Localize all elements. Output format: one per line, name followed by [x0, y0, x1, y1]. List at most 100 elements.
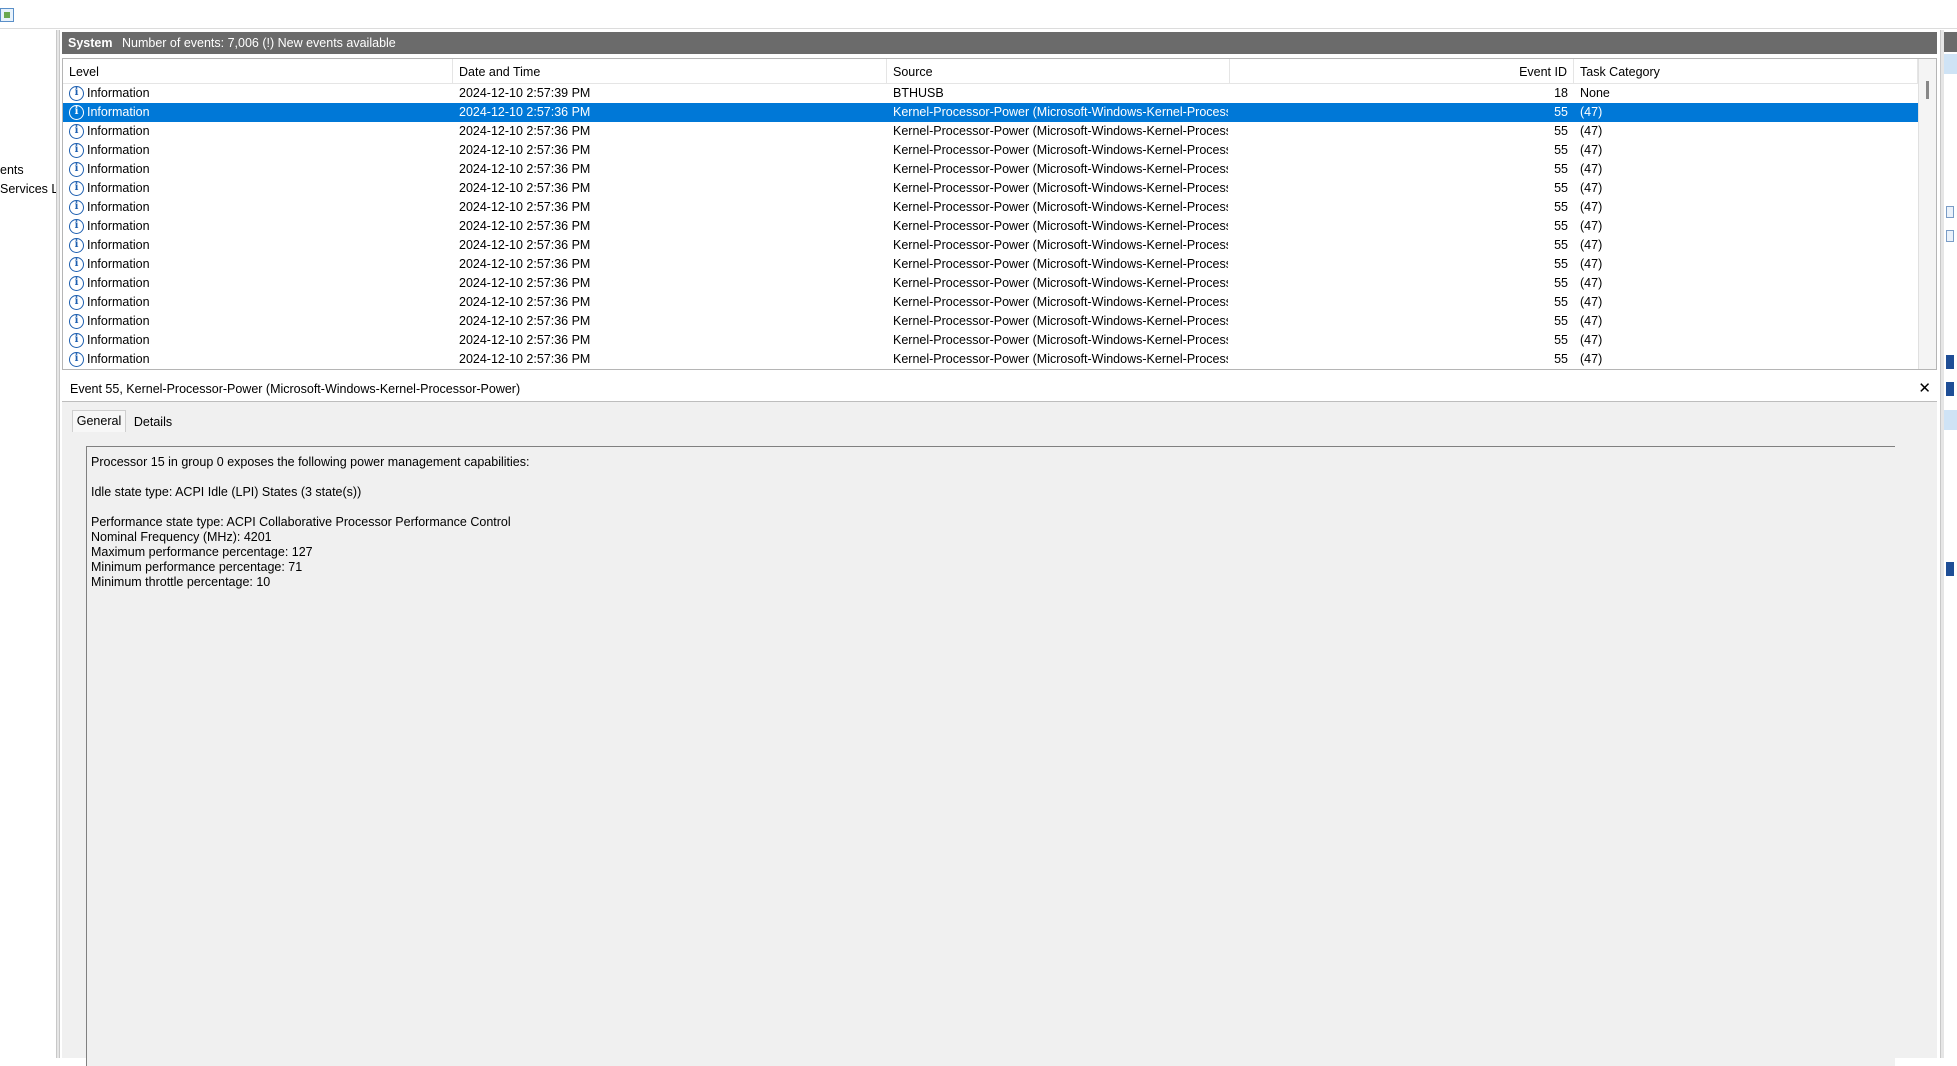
table-row[interactable]: i Information 2024-12-10 2:57:36 PM Kernel-… [63, 236, 1918, 255]
cell-event-id: 55 [1554, 219, 1568, 233]
refresh-icon[interactable] [1946, 562, 1954, 576]
cell-source: BTHUSB [893, 86, 944, 100]
cell-task-category: (47) [1580, 219, 1603, 233]
actions-header [1944, 32, 1957, 52]
console-tree-icon[interactable] [0, 8, 14, 22]
create-view-icon[interactable] [1946, 230, 1954, 242]
cell-level: Information [87, 143, 150, 157]
cell-datetime: 2024-12-10 2:57:36 PM [459, 257, 591, 271]
cell-task-category: (47) [1580, 333, 1603, 347]
cell-datetime: 2024-12-10 2:57:36 PM [459, 219, 591, 233]
tree-item-events[interactable]: ents [0, 163, 24, 177]
tab-details[interactable]: Details [128, 412, 178, 432]
table-row[interactable]: i Information 2024-12-10 2:57:36 PM Kernel-… [63, 217, 1918, 236]
cell-task-category: (47) [1580, 352, 1603, 366]
cell-source: Kernel-Processor-Power (Microsoft-Window… [893, 276, 1228, 290]
cell-datetime: 2024-12-10 2:57:36 PM [459, 276, 591, 290]
toolbar [0, 0, 1957, 29]
cell-level: Information [87, 314, 150, 328]
cell-level: Information [87, 162, 150, 176]
description-line: Processor 15 in group 0 exposes the foll… [91, 455, 530, 469]
table-row[interactable]: i Information 2024-12-10 2:57:36 PM Kernel-… [63, 160, 1918, 179]
table-row[interactable]: i Information 2024-12-10 2:57:36 PM Kernel-… [63, 122, 1918, 141]
log-name: System [68, 36, 113, 50]
table-row[interactable]: i Information 2024-12-10 2:57:36 PM Kernel-… [63, 255, 1918, 274]
information-icon: i [69, 162, 84, 177]
event-detail-header: Event 55, Kernel-Processor-Power (Micros… [62, 377, 1937, 402]
cell-event-id: 55 [1554, 276, 1568, 290]
information-icon: i [69, 333, 84, 348]
table-row[interactable]: i Information 2024-12-10 2:57:36 PM Kernel-… [63, 141, 1918, 160]
open-log-icon[interactable] [1946, 206, 1954, 218]
tree-item-services-logs[interactable]: Services Lo [0, 182, 56, 196]
description-line: Performance state type: ACPI Collaborati… [91, 515, 511, 529]
cell-event-id: 55 [1554, 162, 1568, 176]
cell-event-id: 55 [1554, 295, 1568, 309]
column-header-task-category[interactable]: Task Category [1574, 59, 1918, 83]
table-row[interactable]: i Information 2024-12-10 2:57:36 PM Kernel-… [63, 293, 1918, 312]
cell-task-category: (47) [1580, 162, 1603, 176]
cell-event-id: 55 [1554, 143, 1568, 157]
information-icon: i [69, 124, 84, 139]
cell-datetime: 2024-12-10 2:57:36 PM [459, 143, 591, 157]
event-detail-title: Event 55, Kernel-Processor-Power (Micros… [70, 382, 521, 396]
table-row[interactable]: i Information 2024-12-10 2:57:36 PM Kernel-… [63, 103, 1918, 122]
tab-general[interactable]: General [72, 410, 126, 432]
cell-event-id: 55 [1554, 124, 1568, 138]
cell-task-category: (47) [1580, 276, 1603, 290]
event-count-text: Number of events: 7,006 (!) New events a… [122, 36, 396, 50]
properties-icon[interactable] [1946, 355, 1954, 369]
description-line: Nominal Frequency (MHz): 4201 [91, 530, 272, 544]
cell-source: Kernel-Processor-Power (Microsoft-Window… [893, 219, 1228, 233]
cell-source: Kernel-Processor-Power (Microsoft-Window… [893, 314, 1228, 328]
cell-source: Kernel-Processor-Power (Microsoft-Window… [893, 352, 1228, 366]
cell-level: Information [87, 295, 150, 309]
cell-datetime: 2024-12-10 2:57:36 PM [459, 105, 591, 119]
table-row[interactable]: i Information 2024-12-10 2:57:36 PM Kernel-… [63, 198, 1918, 217]
cell-datetime: 2024-12-10 2:57:36 PM [459, 295, 591, 309]
grid-scrollbar[interactable] [1918, 59, 1936, 369]
information-icon: i [69, 314, 84, 329]
cell-event-id: 55 [1554, 200, 1568, 214]
actions-pane [1944, 30, 1957, 1058]
information-icon: i [69, 257, 84, 272]
cell-task-category: (47) [1580, 105, 1603, 119]
actions-section-system[interactable] [1944, 54, 1957, 74]
cell-task-category: (47) [1580, 181, 1603, 195]
cell-datetime: 2024-12-10 2:57:36 PM [459, 162, 591, 176]
cell-event-id: 55 [1554, 333, 1568, 347]
event-description-box[interactable]: Processor 15 in group 0 exposes the foll… [86, 446, 1895, 1066]
information-icon: i [69, 86, 84, 101]
information-icon: i [69, 238, 84, 253]
cell-datetime: 2024-12-10 2:57:39 PM [459, 86, 591, 100]
column-header-event-id[interactable]: Event ID [1230, 59, 1574, 83]
column-header-source[interactable]: Source [887, 59, 1230, 83]
description-line: Minimum performance percentage: 71 [91, 560, 303, 574]
left-splitter[interactable] [56, 30, 60, 1058]
table-row[interactable]: i Information 2024-12-10 2:57:36 PM Kernel-… [63, 350, 1918, 369]
cell-level: Information [87, 257, 150, 271]
cell-level: Information [87, 200, 150, 214]
grid-scroll-thumb[interactable] [1926, 81, 1929, 99]
description-line: Maximum performance percentage: 127 [91, 545, 313, 559]
cell-datetime: 2024-12-10 2:57:36 PM [459, 333, 591, 347]
cell-level: Information [87, 238, 150, 252]
table-row[interactable]: i Information 2024-12-10 2:57:36 PM Kernel-… [63, 274, 1918, 293]
table-row[interactable]: i Information 2024-12-10 2:57:36 PM Kernel-… [63, 179, 1918, 198]
cell-level: Information [87, 276, 150, 290]
help-icon[interactable] [1946, 382, 1954, 396]
close-icon[interactable]: ✕ [1918, 377, 1931, 401]
cell-source: Kernel-Processor-Power (Microsoft-Window… [893, 238, 1228, 252]
cell-event-id: 18 [1554, 86, 1568, 100]
table-row[interactable]: i Information 2024-12-10 2:57:39 PM BTHUSB 1… [63, 84, 1918, 103]
column-header-level[interactable]: Level [63, 59, 453, 83]
column-header-datetime[interactable]: Date and Time [453, 59, 887, 83]
actions-section-event[interactable] [1944, 410, 1957, 430]
table-row[interactable]: i Information 2024-12-10 2:57:36 PM Kernel-… [63, 331, 1918, 350]
cell-source: Kernel-Processor-Power (Microsoft-Window… [893, 200, 1228, 214]
cell-level: Information [87, 124, 150, 138]
table-row[interactable]: i Information 2024-12-10 2:57:36 PM Kernel-… [63, 312, 1918, 331]
cell-level: Information [87, 333, 150, 347]
information-icon: i [69, 352, 84, 367]
events-grid: Level Date and Time Source Event ID Task… [62, 58, 1937, 370]
